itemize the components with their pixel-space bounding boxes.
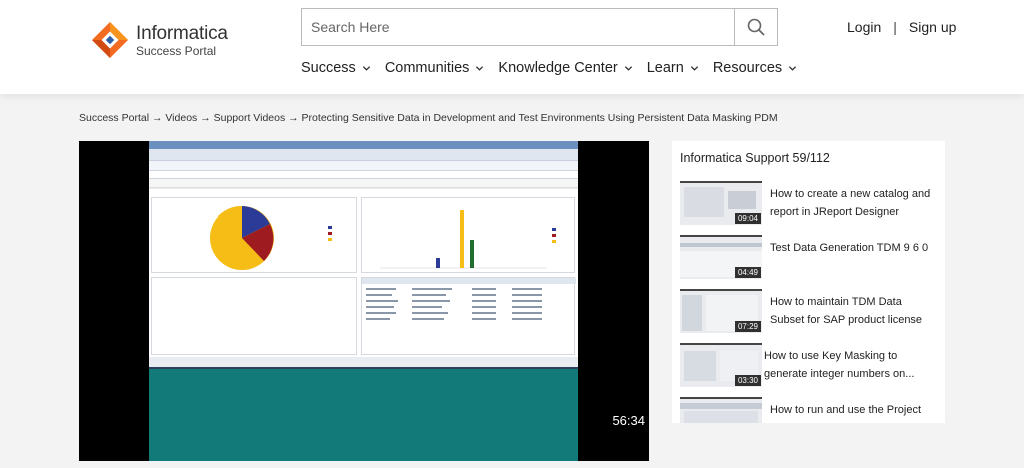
chevron-down-icon (362, 65, 370, 71)
playlist-item[interactable]: How to run and use the Project (680, 397, 940, 423)
informatica-diamond-icon (92, 22, 128, 58)
playlist-item-title[interactable]: How to create a new catalog and report i… (770, 185, 938, 221)
thumbnail-duration: 03:30 (734, 375, 761, 386)
playlist-title: Informatica Support 59/112 (680, 151, 830, 165)
brand-subtitle: Success Portal (136, 43, 217, 58)
video-thumbnail[interactable]: 09:04 (680, 181, 762, 225)
playlist-item[interactable]: 09:04 How to create a new catalog and re… (680, 181, 940, 231)
search-button[interactable] (734, 9, 777, 45)
nav-resources[interactable]: Resources (713, 60, 797, 76)
auth-links: Login | Sign up (847, 19, 956, 35)
nav-communities[interactable]: Communities (385, 60, 485, 76)
playlist-sidebar: Informatica Support 59/112 09:04 How to … (672, 141, 945, 423)
chevron-down-icon (624, 65, 632, 71)
main-nav: Success Communities Knowledge Center Lea… (301, 60, 811, 76)
thumbnail-duration: 09:04 (734, 213, 761, 224)
nav-label: Knowledge Center (498, 60, 618, 76)
video-thumbnail[interactable]: 03:30 (680, 343, 762, 387)
video-frame (149, 141, 578, 461)
video-player[interactable]: 56:34 (79, 141, 649, 461)
nav-success[interactable]: Success (301, 60, 371, 76)
video-thumbnail[interactable] (680, 397, 762, 423)
chevron-down-icon (476, 65, 484, 71)
playlist-item-title[interactable]: How to run and use the Project (770, 401, 938, 419)
video-thumbnail[interactable]: 04:49 (680, 235, 762, 279)
nav-label: Success (301, 60, 356, 76)
signup-link[interactable]: Sign up (909, 19, 956, 35)
video-thumbnail[interactable]: 07:29 (680, 289, 762, 333)
video-duration: 56:34 (612, 413, 645, 428)
auth-separator: | (893, 19, 897, 35)
playlist-item[interactable]: 07:29 How to maintain TDM Data Subset fo… (680, 289, 940, 339)
playlist-item-title[interactable]: Test Data Generation TDM 9 6 0 (770, 239, 938, 257)
search-box (301, 8, 778, 46)
search-input[interactable] (302, 9, 734, 45)
thumbnail-duration: 07:29 (734, 321, 761, 332)
brand-name: Informatica (136, 22, 228, 44)
playlist-item-title[interactable]: How to use Key Masking to generate integ… (764, 347, 932, 383)
nav-label: Communities (384, 60, 470, 76)
thumbnail-duration: 04:49 (734, 267, 761, 278)
login-link[interactable]: Login (847, 19, 881, 35)
site-header: Informatica Success Portal Login | Sign … (0, 0, 1024, 94)
nav-label: Resources (712, 60, 783, 76)
playlist-item[interactable]: 04:49 Test Data Generation TDM 9 6 0 (680, 235, 940, 285)
breadcrumb[interactable]: Success Portal → Videos → Support Videos… (79, 112, 778, 124)
playlist-item[interactable]: 03:30 How to use Key Masking to generate… (680, 343, 940, 393)
chevron-down-icon (789, 65, 797, 71)
search-icon (747, 18, 765, 36)
nav-learn[interactable]: Learn (647, 60, 699, 76)
nav-knowledge-center[interactable]: Knowledge Center (498, 60, 632, 76)
informatica-logo[interactable]: Informatica Success Portal (92, 22, 228, 58)
nav-label: Learn (646, 60, 684, 76)
chevron-down-icon (690, 65, 698, 71)
playlist-item-title[interactable]: How to maintain TDM Data Subset for SAP … (770, 293, 938, 329)
